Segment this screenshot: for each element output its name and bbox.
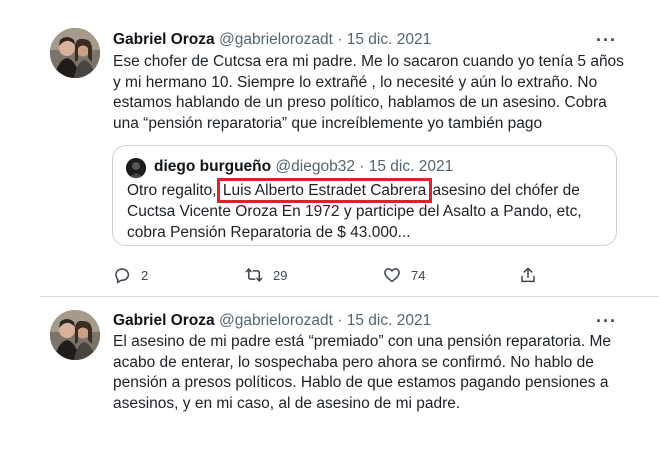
retweet-icon — [245, 266, 263, 284]
tweet-header: Gabriel Oroza @gabrielorozadt · 15 dic. … — [113, 30, 431, 50]
author-name[interactable]: Gabriel Oroza — [113, 312, 215, 329]
share-icon — [519, 266, 537, 284]
quoted-author-name[interactable]: diego burgueño — [154, 158, 271, 175]
tweet-actions: 2 29 74 — [113, 264, 543, 286]
reply-count: 2 — [141, 267, 149, 283]
quoted-text-before: Otro regalito, — [127, 182, 221, 199]
tweet-header: Gabriel Oroza @gabrielorozadt · 15 dic. … — [113, 311, 431, 331]
more-options-icon[interactable]: ··· — [596, 312, 617, 330]
like-count: 74 — [411, 267, 426, 283]
tweet[interactable]: Gabriel Oroza @gabrielorozadt · 15 dic. … — [0, 0, 659, 296]
author-handle[interactable]: @gabrielorozadt — [219, 31, 333, 48]
quoted-date[interactable]: 15 dic. 2021 — [369, 158, 453, 175]
tweet-date[interactable]: 15 dic. 2021 — [347, 312, 431, 329]
avatar[interactable] — [50, 28, 100, 78]
heart-icon — [383, 266, 401, 284]
like-button[interactable]: 74 — [383, 264, 425, 286]
quoted-header: diego burgueño @diegob32 · 15 dic. 2021 — [154, 157, 453, 177]
quoted-tweet[interactable]: diego burgueño @diegob32 · 15 dic. 2021 … — [112, 145, 617, 246]
tweet-text: El asesino de mi padre está “premiado” c… — [113, 333, 616, 412]
tweet[interactable]: Gabriel Oroza @gabrielorozadt · 15 dic. … — [0, 297, 659, 454]
more-options-icon[interactable]: ··· — [596, 31, 617, 49]
author-handle[interactable]: @gabrielorozadt — [219, 312, 333, 329]
reply-icon — [113, 266, 131, 284]
highlighted-name: Luis Alberto Estradet Cabrera — [216, 178, 433, 203]
reply-button[interactable]: 2 — [113, 264, 148, 286]
quoted-author-handle[interactable]: @diegob32 — [275, 158, 355, 175]
tweet-date[interactable]: 15 dic. 2021 — [347, 31, 431, 48]
retweet-count: 29 — [273, 267, 288, 283]
share-button[interactable] — [519, 264, 537, 286]
separator: · — [337, 312, 343, 329]
separator: · — [359, 158, 365, 175]
author-name[interactable]: Gabriel Oroza — [113, 31, 215, 48]
quoted-avatar[interactable] — [126, 158, 146, 178]
avatar[interactable] — [50, 310, 100, 360]
retweet-button[interactable]: 29 — [245, 264, 287, 286]
separator: · — [337, 31, 343, 48]
quoted-text: Otro regalito, Luis Alberto Estradet Cab… — [127, 178, 607, 243]
tweet-text: Ese chofer de Cutcsa era mi padre. Me lo… — [113, 53, 629, 132]
